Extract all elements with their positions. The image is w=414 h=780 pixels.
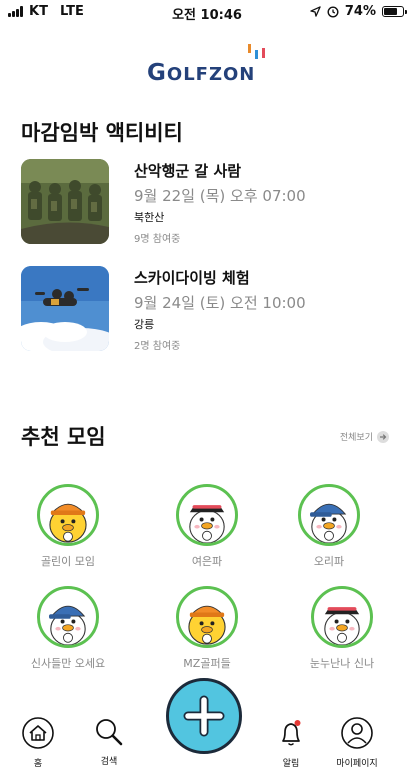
- nav-search[interactable]: 검색: [79, 716, 139, 767]
- battery-icon: [382, 6, 407, 17]
- see-all-link[interactable]: 전체보기: [340, 430, 389, 443]
- nav-home-label: 홈: [33, 759, 43, 769]
- search-icon: [96, 719, 123, 746]
- group-name: 골린이 모임: [40, 555, 96, 568]
- location-arrow-icon: [310, 6, 321, 17]
- activity-date: 9월 22일 (목) 오후 07:00: [134, 187, 306, 205]
- nav-mypage[interactable]: 마이페이지: [327, 716, 387, 769]
- group-name: MZ골퍼들: [183, 657, 231, 670]
- activity-title: 산악행군 갈 사람: [134, 162, 242, 180]
- golfzon-logo: GOLFZON: [147, 44, 271, 86]
- activity-thumbnail-hiking: [21, 159, 109, 244]
- activity-participants: 2명 참여중: [134, 341, 181, 352]
- group-name: 오리파: [313, 555, 345, 568]
- group-name: 눈누난나 신나: [309, 657, 375, 670]
- activity-location: 북한산: [134, 211, 165, 224]
- group-avatar: [176, 484, 238, 546]
- group-avatar: [176, 586, 238, 648]
- group-name: 여은파: [191, 555, 223, 568]
- group-item[interactable]: MZ골퍼들: [147, 586, 267, 671]
- activity-date: 9월 24일 (토) 오전 10:00: [134, 294, 306, 312]
- create-button[interactable]: [166, 678, 242, 754]
- recommended-section-title: 추천 모임: [21, 425, 106, 449]
- group-item[interactable]: 눈누난나 신나: [282, 586, 402, 671]
- group-item[interactable]: 오리파: [269, 484, 389, 569]
- alarm-icon: [327, 5, 339, 18]
- activity-participants: 9명 참여중: [134, 234, 181, 245]
- nav-mypage-label: 마이페이지: [336, 759, 378, 769]
- nav-alerts[interactable]: 알림: [261, 716, 321, 769]
- group-name: 신사들만 오세요: [30, 657, 106, 670]
- status-right: 74%: [310, 4, 407, 19]
- nav-alerts-label: 알림: [282, 759, 300, 769]
- bell-icon: [282, 720, 301, 746]
- group-avatar: [298, 484, 360, 546]
- group-item[interactable]: 여은파: [147, 484, 267, 569]
- nav-home[interactable]: 홈: [8, 716, 68, 769]
- profile-icon: [341, 717, 373, 749]
- activity-item-skydiving[interactable]: 스카이다이빙 체험 9월 24일 (토) 오전 10:00 강릉 2명 참여중: [21, 266, 401, 356]
- activity-title: 스카이다이빙 체험: [134, 269, 250, 287]
- home-icon: [22, 717, 54, 749]
- activity-item-hiking[interactable]: 산악행군 갈 사람 9월 22일 (목) 오후 07:00 북한산 9명 참여중: [21, 159, 401, 249]
- group-item[interactable]: 신사들만 오세요: [8, 586, 128, 671]
- logo-text: GOLFZON: [147, 60, 256, 86]
- arrow-right-icon: [377, 430, 389, 443]
- activity-thumbnail-skydiving: [21, 266, 109, 351]
- group-avatar: [37, 586, 99, 648]
- group-avatar: [37, 484, 99, 546]
- group-item[interactable]: 골린이 모임: [8, 484, 128, 569]
- see-all-label: 전체보기: [339, 433, 373, 443]
- deadline-section-title: 마감임박 액티비티: [21, 121, 183, 145]
- status-bar: KT LTE 오전 10:46 74%: [0, 0, 414, 24]
- plus-icon: [183, 695, 225, 737]
- nav-search-label: 검색: [100, 757, 118, 767]
- activity-location: 강릉: [134, 318, 155, 331]
- battery-percent: 74%: [344, 4, 376, 19]
- group-avatar: [311, 586, 373, 648]
